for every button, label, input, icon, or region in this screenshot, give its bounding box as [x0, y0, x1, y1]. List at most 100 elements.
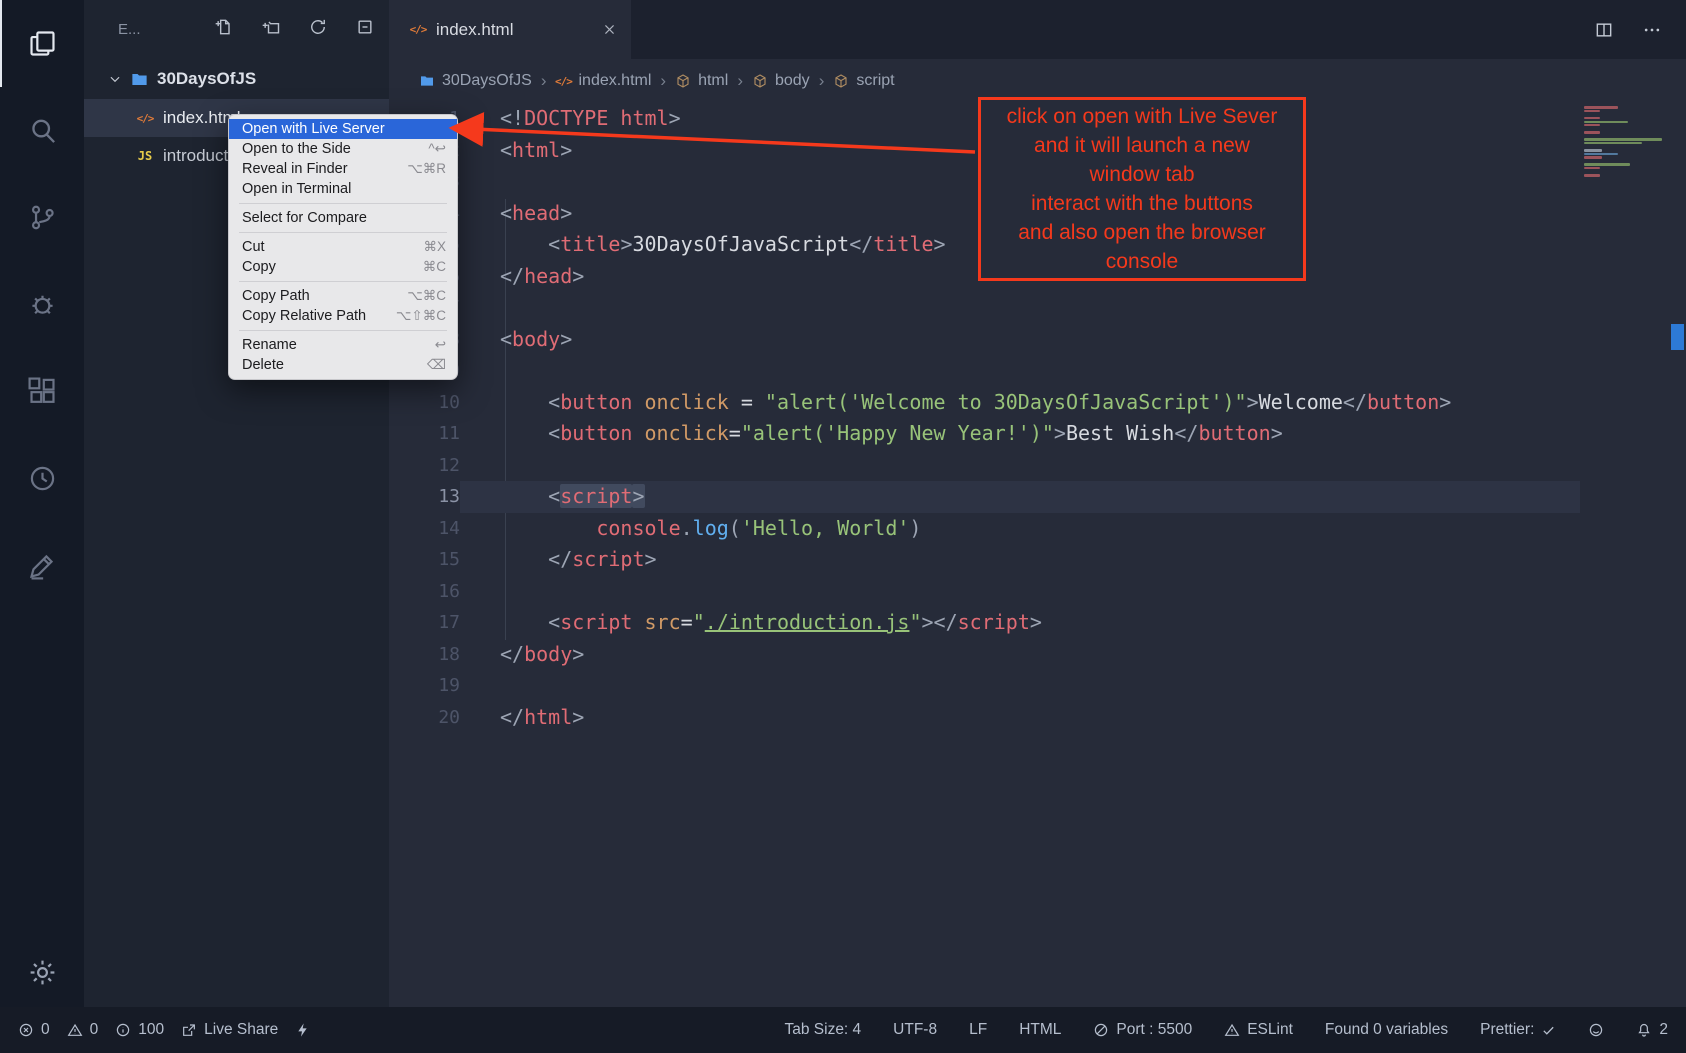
- code-line-16[interactable]: 16: [389, 576, 1686, 608]
- editor-actions: [1594, 0, 1686, 59]
- status-quick-action[interactable]: [295, 1022, 311, 1038]
- status-port[interactable]: Port : 5500: [1093, 1021, 1192, 1039]
- new-folder-button[interactable]: [261, 17, 281, 42]
- explorer-title: E...: [118, 21, 141, 38]
- menu-item-label: Cut: [242, 239, 265, 255]
- tab-close-icon[interactable]: [602, 22, 617, 37]
- activity-item-extensions[interactable]: [0, 348, 84, 435]
- tree-root-folder[interactable]: 30DaysOfJS: [84, 59, 389, 99]
- code-line-9[interactable]: 9: [389, 355, 1686, 387]
- menu-item-delete[interactable]: Delete⌫: [229, 355, 457, 375]
- line-number: 15: [389, 544, 460, 576]
- new-file-button[interactable]: [214, 17, 234, 42]
- menu-item-label: Copy Path: [242, 288, 310, 304]
- menu-item-shortcut: ⌫: [427, 357, 446, 373]
- more-actions-icon[interactable]: [1642, 20, 1662, 40]
- activity-item-timeline[interactable]: [0, 435, 84, 522]
- status-feedback[interactable]: [1588, 1022, 1604, 1038]
- code-text: <button onclick="alert('Happy New Year!'…: [460, 418, 1283, 450]
- code-text: <button onclick = "alert('Welcome to 30D…: [460, 387, 1451, 419]
- code-line-15[interactable]: 15 </script>: [389, 544, 1686, 576]
- code-line-18[interactable]: 18</body>: [389, 639, 1686, 671]
- menu-item-reveal-in-finder[interactable]: Reveal in Finder⌥⌘R: [229, 159, 457, 179]
- code-line-8[interactable]: 8<body>: [389, 324, 1686, 356]
- breadcrumb-item-html[interactable]: html: [675, 72, 728, 90]
- activity-item-run-debug[interactable]: [0, 261, 84, 348]
- status-language-mode[interactable]: HTML: [1019, 1021, 1061, 1039]
- status-live-share[interactable]: Live Share: [181, 1021, 278, 1039]
- code-text: <html>: [460, 135, 572, 167]
- menu-item-cut[interactable]: Cut⌘X: [229, 237, 457, 257]
- activity-item-explorer[interactable]: [0, 0, 84, 87]
- minimap[interactable]: [1584, 105, 1670, 178]
- minimap-line: [1584, 117, 1600, 119]
- menu-separator: [239, 281, 447, 282]
- vscode-window: E... 30DaysOfJS </>index.htmlJSintroduct…: [0, 0, 1686, 1053]
- menu-item-shortcut: ⌥⌘C: [407, 288, 446, 304]
- menu-item-copy[interactable]: Copy⌘C: [229, 257, 457, 277]
- menu-item-copy-path[interactable]: Copy Path ⌥⌘C: [229, 286, 457, 306]
- breadcrumb-label: 30DaysOfJS: [442, 72, 532, 90]
- breadcrumb-item-script[interactable]: script: [833, 72, 894, 90]
- code-line-17[interactable]: 17 <script src="./introduction.js"></scr…: [389, 607, 1686, 639]
- activity-item-source-control[interactable]: [0, 174, 84, 261]
- breadcrumb-label: script: [856, 72, 894, 90]
- activity-item-settings[interactable]: [0, 937, 84, 1007]
- breadcrumb-item-body[interactable]: body: [752, 72, 810, 90]
- line-number: 12: [389, 450, 460, 482]
- code-text: [460, 355, 500, 387]
- menu-item-select-for-compare[interactable]: Select for Compare: [229, 208, 457, 228]
- status-variables[interactable]: Found 0 variables: [1325, 1021, 1448, 1039]
- line-number: 16: [389, 576, 460, 608]
- code-line-19[interactable]: 19: [389, 670, 1686, 702]
- menu-item-rename[interactable]: Rename↩: [229, 335, 457, 355]
- status-right: Tab Size: 4 UTF-8 LF HTML Port : 5500 ESLint F…: [784, 1021, 1668, 1039]
- code-line-11[interactable]: 11 <button onclick="alert('Happy New Yea…: [389, 418, 1686, 450]
- refresh-icon: [308, 17, 328, 37]
- status-eol[interactable]: LF: [969, 1021, 987, 1039]
- menu-item-open-to-the-side[interactable]: Open to the Side^↩: [229, 139, 457, 159]
- status-encoding[interactable]: UTF-8: [893, 1021, 937, 1039]
- menu-item-open-with-live-server[interactable]: Open with Live Server: [229, 119, 457, 139]
- menu-item-label: Open with Live Server: [242, 121, 385, 137]
- code-text: </head>: [460, 261, 584, 293]
- code-text: <!DOCTYPE html>: [460, 103, 681, 135]
- status-info-count[interactable]: 100: [115, 1021, 164, 1039]
- code-line-10[interactable]: 10 <button onclick = "alert('Welcome to …: [389, 387, 1686, 419]
- status-tab-size[interactable]: Tab Size: 4: [784, 1021, 861, 1039]
- code-line-7[interactable]: 7: [389, 292, 1686, 324]
- edit-icon: [27, 550, 58, 581]
- activity-item-search[interactable]: [0, 87, 84, 174]
- debug-icon: [27, 289, 58, 320]
- minimap-line: [1584, 156, 1602, 158]
- tab-index-html[interactable]: </> index.html: [389, 0, 631, 59]
- code-line-14[interactable]: 14 console.log('Hello, World'): [389, 513, 1686, 545]
- minimap-line: [1584, 106, 1618, 108]
- status-notifications[interactable]: 2: [1636, 1021, 1668, 1039]
- collapse-folders-button[interactable]: [355, 17, 375, 42]
- refresh-explorer-button[interactable]: [308, 17, 328, 42]
- status-eslint[interactable]: ESLint: [1224, 1021, 1293, 1039]
- menu-item-copy-relative-path[interactable]: Copy Relative Path⌥⇧⌘C: [229, 306, 457, 326]
- breadcrumb-item-index-html[interactable]: </>index.html: [555, 72, 651, 90]
- menu-item-label: Open to the Side: [242, 141, 351, 157]
- line-number: 14: [389, 513, 460, 545]
- code-line-20[interactable]: 20</html>: [389, 702, 1686, 734]
- check-icon: [1541, 1023, 1556, 1038]
- status-text: ESLint: [1247, 1021, 1293, 1039]
- activity-item-live-share[interactable]: [0, 522, 84, 609]
- status-errors[interactable]: 0: [18, 1021, 50, 1039]
- minimap-line: [1584, 167, 1600, 169]
- code-line-12[interactable]: 12: [389, 450, 1686, 482]
- breadcrumb-separator-icon: ›: [737, 71, 743, 91]
- code-line-13[interactable]: 13 <script>: [389, 481, 1686, 513]
- status-prettier[interactable]: Prettier:: [1480, 1021, 1556, 1039]
- split-editor-icon[interactable]: [1594, 20, 1614, 40]
- cube-icon: [675, 73, 691, 89]
- error-icon: [18, 1022, 34, 1038]
- menu-item-open-in-terminal[interactable]: Open in Terminal: [229, 179, 457, 199]
- breadcrumb-item-30daysofjs[interactable]: 30DaysOfJS: [419, 72, 532, 90]
- status-warnings[interactable]: 0: [67, 1021, 99, 1039]
- line-number: 17: [389, 607, 460, 639]
- status-text: 0: [41, 1021, 50, 1039]
